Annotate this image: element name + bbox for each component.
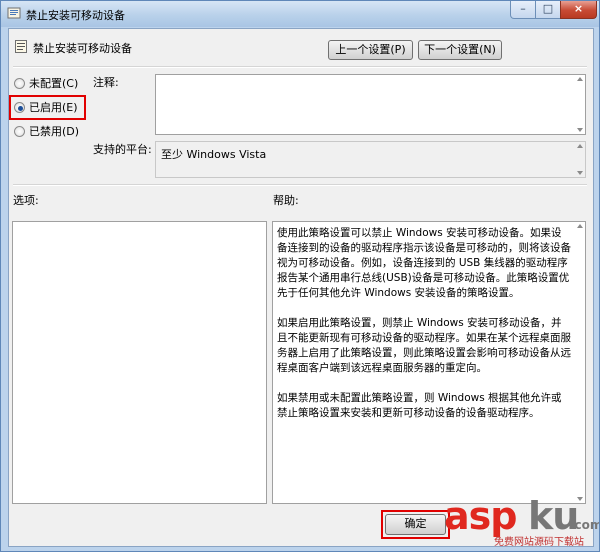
policy-app-icon bbox=[7, 7, 21, 19]
setting-title: 禁止安装可移动设备 bbox=[33, 42, 132, 55]
radio-button-icon bbox=[14, 78, 25, 89]
previous-setting-button[interactable]: 上一个设置(P) bbox=[328, 40, 413, 60]
enabled-highlight-box bbox=[9, 95, 86, 120]
title-bar[interactable]: 禁止安装可移动设备 – □ × bbox=[1, 1, 599, 27]
comment-textarea[interactable] bbox=[155, 74, 586, 135]
window-title: 禁止安装可移动设备 bbox=[26, 9, 125, 22]
section-divider bbox=[13, 184, 587, 186]
scroll-up-arrow-icon[interactable] bbox=[577, 144, 583, 148]
header-divider bbox=[13, 66, 587, 68]
ok-highlight-box bbox=[381, 510, 450, 539]
radio-disabled-label: 已禁用(D) bbox=[29, 125, 80, 138]
watermark-suffix: .com bbox=[570, 518, 600, 532]
platform-value: 至少 Windows Vista bbox=[161, 148, 267, 161]
help-panel[interactable]: 使用此策略设置可以禁止 Windows 安装可移动设备。如果设备连接到的设备的驱… bbox=[272, 221, 586, 504]
setting-icon bbox=[15, 40, 27, 53]
platform-field: 至少 Windows Vista bbox=[155, 141, 586, 178]
scroll-down-arrow-icon[interactable] bbox=[577, 128, 583, 132]
help-paragraph: 如果启用此策略设置，则禁止 Windows 安装可移动设备，并且不能更新现有可移… bbox=[277, 317, 571, 374]
minimize-button[interactable]: – bbox=[510, 1, 536, 19]
watermark-brand-red: asp bbox=[444, 494, 517, 538]
radio-not-configured-label: 未配置(C) bbox=[29, 77, 79, 90]
platform-label: 支持的平台: bbox=[93, 143, 152, 156]
help-section-label: 帮助: bbox=[273, 194, 299, 207]
scroll-up-arrow-icon[interactable] bbox=[577, 224, 583, 228]
help-scrollbar[interactable] bbox=[575, 222, 585, 503]
help-text: 使用此策略设置可以禁止 Windows 安装可移动设备。如果设备连接到的设备的驱… bbox=[277, 226, 571, 436]
options-panel bbox=[12, 221, 267, 504]
help-paragraph: 使用此策略设置可以禁止 Windows 安装可移动设备。如果设备连接到的设备的驱… bbox=[277, 227, 571, 299]
radio-button-icon bbox=[14, 126, 25, 137]
maximize-button[interactable]: □ bbox=[535, 1, 561, 19]
comment-scrollbar[interactable] bbox=[575, 75, 585, 134]
aspku-watermark: asp ku .com 免费网站源码下载站 bbox=[444, 494, 599, 548]
comment-label: 注释: bbox=[93, 76, 119, 89]
next-setting-button[interactable]: 下一个设置(N) bbox=[418, 40, 502, 60]
help-paragraph: 如果禁用或未配置此策略设置，则 Windows 根据其他允许或禁止策略设置来安装… bbox=[277, 392, 562, 419]
dialog-client-area: 禁止安装可移动设备 上一个设置(P) 下一个设置(N) 未配置(C) 已启用(E… bbox=[8, 28, 599, 548]
scroll-down-arrow-icon[interactable] bbox=[577, 171, 583, 175]
close-button[interactable]: × bbox=[560, 1, 597, 19]
policy-dialog-window: 禁止安装可移动设备 – □ × 禁止安装可移动设备 上一个设置(P) 下一个设置… bbox=[0, 0, 600, 552]
scroll-up-arrow-icon[interactable] bbox=[577, 77, 583, 81]
platform-scrollbar[interactable] bbox=[575, 142, 585, 177]
options-section-label: 选项: bbox=[13, 194, 39, 207]
watermark-subtitle: 免费网站源码下载站 bbox=[494, 537, 584, 548]
